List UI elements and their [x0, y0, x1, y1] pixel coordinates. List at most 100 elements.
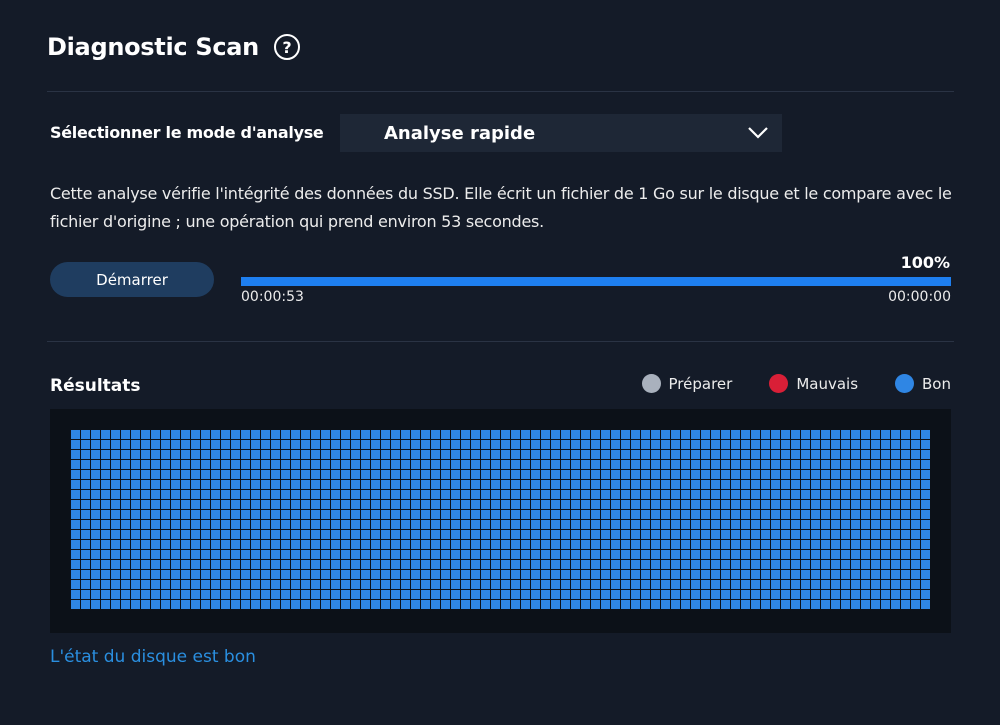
sector-cell	[431, 450, 440, 459]
sector-cell	[381, 480, 390, 489]
sector-cell	[841, 560, 850, 569]
sector-cell	[471, 520, 480, 529]
sector-cell	[851, 440, 860, 449]
sector-cell	[241, 510, 250, 519]
sector-cell	[571, 480, 580, 489]
sector-cell	[751, 460, 760, 469]
sector-cell	[791, 470, 800, 479]
sector-cell	[441, 590, 450, 599]
sector-cell	[91, 580, 100, 589]
sector-cell	[401, 440, 410, 449]
sector-cell	[791, 430, 800, 439]
sector-cell	[591, 540, 600, 549]
sector-cell	[681, 550, 690, 559]
sector-cell	[561, 580, 570, 589]
sector-cell	[431, 460, 440, 469]
sector-cell	[541, 450, 550, 459]
time-elapsed: 00:00:53	[241, 289, 304, 305]
sector-cell	[521, 600, 530, 609]
sector-cell	[411, 520, 420, 529]
sector-cell	[901, 430, 910, 439]
sector-cell	[111, 490, 120, 499]
sector-cell	[301, 500, 310, 509]
sector-cell	[811, 480, 820, 489]
sector-cell	[281, 450, 290, 459]
sector-cell	[681, 500, 690, 509]
sector-cell	[401, 550, 410, 559]
sector-cell	[771, 490, 780, 499]
sector-cell	[821, 590, 830, 599]
sector-cell	[341, 590, 350, 599]
sector-cell	[751, 570, 760, 579]
sector-cell	[601, 540, 610, 549]
sector-cell	[871, 580, 880, 589]
sector-cell	[361, 590, 370, 599]
sector-cell	[901, 590, 910, 599]
sector-cell	[171, 480, 180, 489]
sector-cell	[171, 540, 180, 549]
sector-cell	[81, 540, 90, 549]
sector-cell	[141, 510, 150, 519]
sector-cell	[621, 540, 630, 549]
sector-cell	[651, 500, 660, 509]
sector-cell	[821, 500, 830, 509]
sector-cell	[641, 490, 650, 499]
sector-cell	[561, 570, 570, 579]
sector-cell	[431, 590, 440, 599]
start-button[interactable]: Démarrer	[50, 262, 214, 297]
sector-cell	[701, 440, 710, 449]
sector-cell	[481, 540, 490, 549]
sector-cell	[101, 520, 110, 529]
sector-cell	[541, 530, 550, 539]
sector-cell	[571, 430, 580, 439]
sector-cell	[921, 500, 930, 509]
sector-cell	[631, 550, 640, 559]
sector-cell	[541, 590, 550, 599]
sector-cell	[251, 600, 260, 609]
sector-cell	[331, 460, 340, 469]
sector-cell	[811, 560, 820, 569]
sector-cell	[591, 470, 600, 479]
sector-cell	[521, 500, 530, 509]
sector-cell	[191, 550, 200, 559]
sector-cell	[531, 440, 540, 449]
sector-cell	[521, 590, 530, 599]
sector-cell	[651, 440, 660, 449]
sector-cell	[701, 470, 710, 479]
sector-cell	[281, 550, 290, 559]
sector-cell	[281, 500, 290, 509]
sector-cell	[101, 490, 110, 499]
sector-cell	[721, 550, 730, 559]
sector-cell	[631, 510, 640, 519]
sector-cell	[451, 490, 460, 499]
sector-cell	[521, 580, 530, 589]
sector-cell	[591, 430, 600, 439]
sector-cell	[551, 440, 560, 449]
sector-cell	[821, 520, 830, 529]
sector-cell	[261, 530, 270, 539]
sector-cell	[661, 520, 670, 529]
sector-cell	[901, 480, 910, 489]
sector-cell	[311, 560, 320, 569]
sector-cell	[741, 490, 750, 499]
sector-cell	[631, 460, 640, 469]
sector-cell	[831, 480, 840, 489]
sector-cell	[751, 450, 760, 459]
sector-cell	[511, 590, 520, 599]
sector-cell	[601, 460, 610, 469]
sector-cell	[661, 460, 670, 469]
sector-cell	[661, 550, 670, 559]
sector-cell	[721, 500, 730, 509]
sector-cell	[591, 560, 600, 569]
legend-label-bon: Bon	[922, 374, 951, 393]
sector-cell	[841, 590, 850, 599]
sector-cell	[651, 430, 660, 439]
sector-cell	[241, 560, 250, 569]
question-circle-icon[interactable]: ?	[273, 34, 300, 60]
sector-cell	[891, 430, 900, 439]
sector-cell	[531, 590, 540, 599]
sector-cell	[421, 470, 430, 479]
sector-cell	[201, 560, 210, 569]
mode-select[interactable]: Analyse rapide	[340, 114, 782, 152]
sector-cell	[801, 500, 810, 509]
